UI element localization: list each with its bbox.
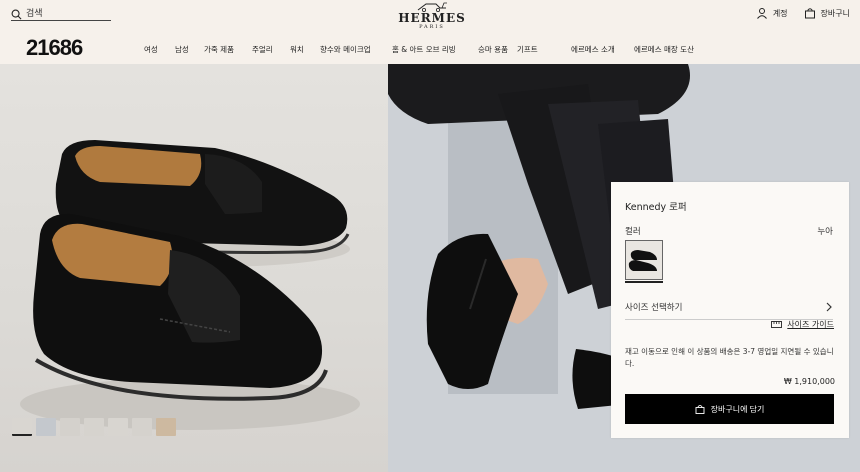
add-to-cart-button[interactable]: 장바구니에 담기: [625, 394, 834, 424]
search-icon: [11, 9, 22, 19]
nav-item[interactable]: 남성: [175, 44, 204, 55]
site-header: 검색 HERMES PARIS 계정 장바구니 21686 여성 남성 가죽 제…: [0, 0, 860, 64]
nav-item[interactable]: 향수와 메이크업: [320, 44, 392, 55]
account-label: 계정: [772, 8, 788, 18]
thumbnail[interactable]: [84, 418, 104, 436]
product-price: ₩ 1,910,000: [783, 377, 835, 386]
search-field[interactable]: 검색: [11, 8, 111, 21]
cart-link[interactable]: 장바구니: [804, 7, 850, 19]
nav-item[interactable]: 승마 용품: [478, 44, 517, 55]
thumbnail[interactable]: [36, 418, 56, 436]
color-value: 누아: [817, 227, 833, 237]
nav-item[interactable]: 주얼리: [252, 44, 290, 55]
search-label: 검색: [26, 8, 43, 19]
add-to-cart-label: 장바구니에 담기: [710, 404, 765, 414]
product-title: Kennedy 로퍼: [625, 202, 687, 213]
size-guide-label: 사이즈 가이드: [787, 320, 834, 329]
hermes-logo[interactable]: HERMES PARIS: [392, 0, 472, 34]
nav-item[interactable]: 여성: [144, 44, 175, 55]
thumbnail[interactable]: [60, 418, 80, 436]
loafer-pair-illustration: [20, 140, 360, 430]
ruler-icon: [771, 321, 783, 328]
product-image-main[interactable]: [0, 64, 388, 472]
color-label: 컬러: [625, 227, 641, 237]
thumbnail[interactable]: [108, 418, 128, 436]
size-selector[interactable]: 사이즈 선택하기: [625, 294, 833, 320]
nav-item[interactable]: 워치: [290, 44, 320, 55]
product-panel: Kennedy 로퍼 컬러 누아 사이즈 선택하기 사이즈 가이드 재고 이동으…: [611, 182, 849, 438]
swatch-selected-indicator: [625, 281, 663, 283]
account-link[interactable]: 계정: [756, 7, 788, 19]
loafer-swatch-icon: [626, 241, 662, 279]
overlay-code: 21686: [26, 35, 83, 60]
cart-label: 장바구니: [820, 8, 850, 18]
nav-item[interactable]: 홈 & 아트 오브 리빙: [392, 44, 478, 55]
size-select-label: 사이즈 선택하기: [625, 302, 683, 313]
chevron-right-icon: [826, 302, 832, 311]
shopping-bag-icon: [695, 404, 705, 414]
thumbnail[interactable]: [156, 418, 176, 436]
nav-item[interactable]: 에르메스 소개: [571, 44, 634, 55]
shipping-notice: 재고 이동으로 인해 이 상품의 배송은 3-7 영업일 지연될 수 있습니다.: [625, 347, 834, 368]
color-swatch[interactable]: [625, 240, 663, 280]
thumbnail[interactable]: [132, 418, 152, 436]
nav-item[interactable]: 에르메스 매장 도산: [634, 44, 694, 55]
size-guide-link[interactable]: 사이즈 가이드: [771, 319, 834, 330]
brand-name: HERMES: [398, 11, 466, 25]
thumbnail-strip: [12, 418, 176, 436]
thumbnail[interactable]: [12, 418, 32, 436]
nav-item[interactable]: 가죽 제품: [204, 44, 252, 55]
nav-item[interactable]: 기프트: [517, 44, 571, 55]
user-icon: [756, 8, 767, 19]
main-nav: 여성 남성 가죽 제품 주얼리 워치 향수와 메이크업 홈 & 아트 오브 리빙…: [144, 44, 694, 55]
shopping-bag-icon: [804, 8, 815, 19]
brand-city: PARIS: [419, 24, 445, 30]
